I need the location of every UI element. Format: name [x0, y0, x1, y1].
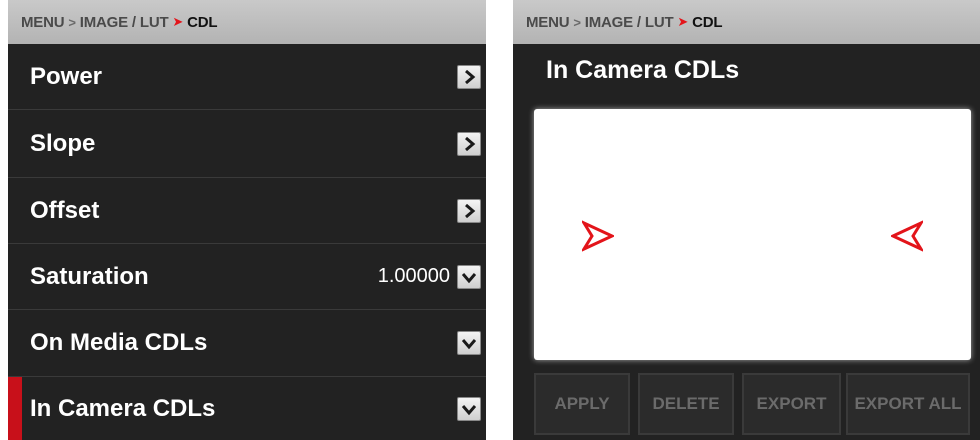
chevron-right-icon[interactable]: [457, 64, 481, 89]
menu-row-label: Power: [30, 62, 103, 90]
cdl-list[interactable]: [534, 109, 971, 360]
menu-row-saturation[interactable]: Saturation 1.00000: [8, 244, 486, 310]
export-button[interactable]: EXPORT: [742, 373, 841, 435]
menu-row-label: Offset: [30, 196, 100, 224]
breadcrumb-current: CDL: [692, 13, 723, 31]
menu-row-label: Slope: [30, 129, 96, 157]
breadcrumb: MENU > IMAGE / LUT ➤ CDL: [8, 0, 486, 44]
breadcrumb-separator-red-icon: ➤: [677, 14, 689, 29]
page-title: In Camera CDLs: [546, 56, 740, 84]
red-caret-left-icon: [889, 219, 925, 257]
breadcrumb-image-lut[interactable]: IMAGE / LUT: [80, 14, 169, 31]
menu-row-label: On Media CDLs: [30, 329, 208, 356]
red-caret-right-icon: [580, 219, 616, 257]
breadcrumb-separator-icon: >: [573, 14, 581, 30]
breadcrumb-current: CDL: [187, 13, 218, 31]
menu-row-slope[interactable]: Slope: [8, 110, 486, 178]
chevron-down-icon[interactable]: [457, 264, 481, 289]
menu-row-label: In Camera CDLs: [30, 394, 216, 422]
in-camera-cdls-panel: MENU > IMAGE / LUT ➤ CDL In Camera CDLs …: [513, 0, 980, 440]
chevron-right-icon[interactable]: [457, 198, 481, 223]
menu-row-power[interactable]: Power: [8, 44, 486, 110]
menu-row-label: Saturation: [30, 262, 149, 290]
menu-row-on-media-cdls[interactable]: On Media CDLs: [8, 310, 486, 377]
active-row-marker: [8, 377, 22, 440]
chevron-right-icon[interactable]: [457, 131, 481, 156]
chevron-down-icon[interactable]: [457, 396, 481, 421]
menu-row-offset[interactable]: Offset: [8, 178, 486, 244]
breadcrumb-separator-icon: >: [68, 14, 76, 30]
breadcrumb: MENU > IMAGE / LUT ➤ CDL: [513, 0, 980, 44]
breadcrumb-menu[interactable]: MENU: [21, 14, 65, 31]
chevron-down-icon[interactable]: [457, 331, 481, 355]
saturation-value: 1.00000: [377, 265, 450, 287]
delete-button[interactable]: DELETE: [638, 373, 734, 435]
cdl-menu-panel: MENU > IMAGE / LUT ➤ CDL Power Slope Off…: [8, 0, 486, 440]
breadcrumb-image-lut[interactable]: IMAGE / LUT: [585, 14, 674, 31]
export-all-button[interactable]: EXPORT ALL: [846, 373, 970, 435]
breadcrumb-menu[interactable]: MENU: [526, 14, 570, 31]
breadcrumb-separator-red-icon: ➤: [172, 14, 184, 29]
menu-row-in-camera-cdls[interactable]: In Camera CDLs: [8, 377, 486, 440]
apply-button[interactable]: APPLY: [534, 373, 630, 435]
